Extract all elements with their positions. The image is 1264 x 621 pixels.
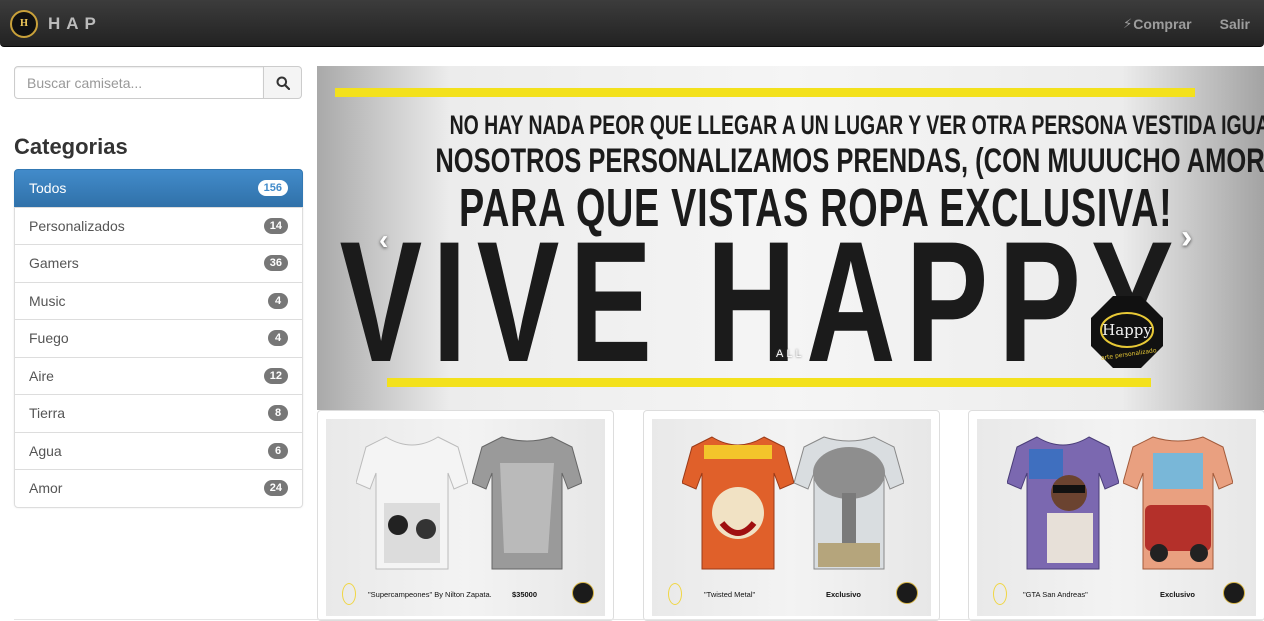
salir-link[interactable]: Salir xyxy=(1206,16,1264,32)
count-badge: 12 xyxy=(263,367,288,384)
comprar-link[interactable]: ⚡ Comprar xyxy=(1109,16,1206,32)
count-badge: 24 xyxy=(263,480,288,497)
category-label: Aire xyxy=(29,367,54,384)
count-badge: 4 xyxy=(268,292,288,309)
banner-line-2: NOSOTROS PERSONALIZAMOS PRENDAS, (CON MU… xyxy=(435,142,1264,180)
count-badge: 4 xyxy=(268,330,288,347)
category-label: Agua xyxy=(29,442,62,459)
category-label: Tierra xyxy=(29,405,66,422)
category-label: Gamers xyxy=(29,255,79,272)
chevron-right-icon: › xyxy=(1181,218,1193,256)
navbar: H HAP ⚡ Comprar Salir xyxy=(0,0,1264,47)
category-tierra[interactable]: Tierra 8 xyxy=(14,394,303,433)
category-amor[interactable]: Amor 24 xyxy=(14,469,303,508)
category-list: Todos 156 Personalizados 14 Gamers 36 Mu… xyxy=(14,169,303,508)
product-image[interactable]: "GTA San Andreas" Exclusivo xyxy=(977,419,1256,616)
shirt-front-image xyxy=(682,436,794,570)
carousel-next-button[interactable]: › xyxy=(1181,218,1192,257)
shirt-back-image xyxy=(472,436,582,570)
comprar-label: Comprar xyxy=(1133,15,1192,32)
product-price: Exclusivo xyxy=(826,590,862,599)
svg-text:Happy: Happy xyxy=(1102,321,1152,339)
product-image[interactable]: "Supercampeones" By Nilton Zapata. $3500… xyxy=(326,419,605,616)
brand-seal-icon xyxy=(1223,582,1245,604)
count-badge: 14 xyxy=(263,217,288,234)
carousel-indicators[interactable]: ALL xyxy=(776,348,805,360)
category-personalizados[interactable]: Personalizados 14 xyxy=(14,206,303,245)
product-card[interactable]: "Supercampeones" By Nilton Zapata. $3500… xyxy=(317,410,614,621)
shirt-back-image xyxy=(794,436,904,570)
banner-line-1: NO HAY NADA PEOR QUE LLEGAR A UN LUGAR Y… xyxy=(449,110,1264,140)
happy-logo-icon xyxy=(342,583,356,605)
brand-logo: H xyxy=(10,9,38,38)
category-label: Music xyxy=(29,292,66,309)
happy-seal-logo: Happy arte personalizado xyxy=(1091,296,1163,368)
count-badge: 36 xyxy=(263,255,288,272)
product-footer: "Supercampeones" By Nilton Zapata. $3500… xyxy=(326,580,605,610)
happy-logo-icon xyxy=(993,583,1007,605)
product-price: Exclusivo xyxy=(1160,590,1196,599)
product-card[interactable]: "Twisted Metal" Exclusivo xyxy=(643,410,940,621)
category-aire[interactable]: Aire 12 xyxy=(14,356,303,395)
category-agua[interactable]: Agua 6 xyxy=(14,431,303,470)
nav-links: ⚡ Comprar Salir xyxy=(1109,0,1264,47)
categories-title: Categorias xyxy=(14,134,128,159)
search-form xyxy=(14,66,302,99)
shirt-front-image xyxy=(1007,436,1119,570)
product-card[interactable]: "GTA San Andreas" Exclusivo xyxy=(968,410,1264,621)
brand-seal-icon xyxy=(896,582,918,604)
product-name: "GTA San Andreas" xyxy=(1023,590,1088,599)
count-badge: 156 xyxy=(257,180,288,197)
search-input[interactable] xyxy=(14,66,264,99)
carousel-prev-button[interactable]: ‹ xyxy=(379,224,388,256)
product-image[interactable]: "Twisted Metal" Exclusivo xyxy=(652,419,931,616)
banner-carousel[interactable]: NO HAY NADA PEOR QUE LLEGAR A UN LUGAR Y… xyxy=(317,66,1264,410)
search-icon xyxy=(276,76,290,90)
product-footer: "Twisted Metal" Exclusivo xyxy=(652,580,931,610)
banner-vive-happy: VIVE HAPPY xyxy=(339,206,1184,398)
brand-seal-icon xyxy=(572,582,594,604)
product-name: "Twisted Metal" xyxy=(704,590,756,599)
shirt-front-image xyxy=(356,436,468,570)
category-label: Amor xyxy=(29,480,63,497)
category-music[interactable]: Music 4 xyxy=(14,281,303,320)
banner-bottom-stripe xyxy=(387,378,1151,387)
category-label: Personalizados xyxy=(29,217,125,234)
category-label: Fuego xyxy=(29,330,69,347)
count-badge: 6 xyxy=(268,442,288,459)
product-footer: "GTA San Andreas" Exclusivo xyxy=(977,580,1256,610)
search-button[interactable] xyxy=(264,66,302,99)
category-gamers[interactable]: Gamers 36 xyxy=(14,244,303,283)
banner-top-stripe xyxy=(335,88,1195,97)
salir-label: Salir xyxy=(1219,15,1250,32)
brand[interactable]: H HAP xyxy=(10,9,102,38)
category-todos[interactable]: Todos 156 xyxy=(14,169,303,208)
divider xyxy=(14,619,1264,620)
brand-name: HAP xyxy=(48,13,102,33)
product-price: $35000 xyxy=(512,590,538,599)
bolt-icon: ⚡ xyxy=(1123,15,1133,31)
happy-logo-icon xyxy=(668,583,682,605)
shirt-back-image xyxy=(1123,436,1233,570)
count-badge: 8 xyxy=(268,405,288,422)
chevron-left-icon: ‹ xyxy=(379,224,389,255)
category-label: Todos xyxy=(29,180,67,197)
category-fuego[interactable]: Fuego 4 xyxy=(14,319,303,358)
product-name: "Supercampeones" By Nilton Zapata. xyxy=(368,590,492,599)
